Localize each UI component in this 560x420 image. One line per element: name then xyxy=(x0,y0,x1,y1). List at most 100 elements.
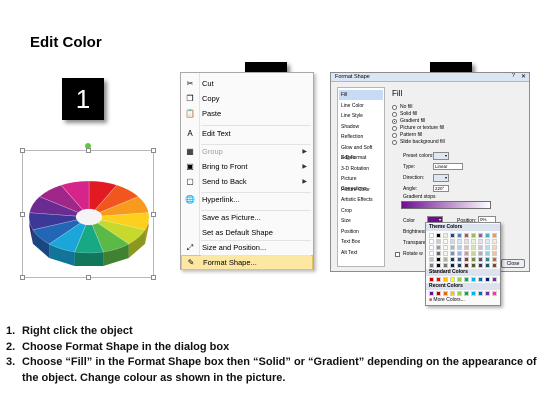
category-picture-corrections[interactable]: Picture Corrections xyxy=(339,174,383,192)
theme-color-swatch[interactable] xyxy=(436,251,441,256)
category-line-style[interactable]: Line Style xyxy=(339,111,383,121)
category-text-box[interactable]: Text Box xyxy=(339,237,383,247)
recent-color-swatch[interactable] xyxy=(457,291,462,296)
theme-color-swatch[interactable] xyxy=(436,263,441,268)
menu-item-format-shape[interactable]: ✎ Format Shape... xyxy=(181,255,313,270)
theme-color-swatch[interactable] xyxy=(478,263,483,268)
theme-color-swatch[interactable] xyxy=(485,263,490,268)
category-line-color[interactable]: Line Color xyxy=(339,101,383,111)
recent-color-swatch[interactable] xyxy=(478,291,483,296)
theme-color-swatch[interactable] xyxy=(492,257,497,262)
theme-color-swatch[interactable] xyxy=(450,233,455,238)
category-3-d-rotation[interactable]: 3-D Rotation xyxy=(339,164,383,174)
theme-color-swatch[interactable] xyxy=(450,263,455,268)
standard-color-swatch[interactable] xyxy=(429,277,434,282)
theme-color-swatch[interactable] xyxy=(471,251,476,256)
theme-color-swatch[interactable] xyxy=(443,239,448,244)
radio-button[interactable] xyxy=(392,111,397,117)
theme-color-swatch[interactable] xyxy=(485,257,490,262)
theme-color-swatch[interactable] xyxy=(429,257,434,262)
recent-color-swatch[interactable] xyxy=(443,291,448,296)
standard-color-swatch[interactable] xyxy=(436,277,441,282)
category-picture-color[interactable]: Picture Color xyxy=(339,185,383,195)
theme-color-swatch[interactable] xyxy=(457,233,462,238)
category-fill[interactable]: Fill xyxy=(339,90,383,100)
theme-color-swatch[interactable] xyxy=(464,239,469,244)
theme-color-swatch[interactable] xyxy=(492,245,497,250)
theme-color-swatch[interactable] xyxy=(436,233,441,238)
standard-color-swatch[interactable] xyxy=(457,277,462,282)
theme-color-swatch[interactable] xyxy=(429,233,434,238)
close-button[interactable]: Close xyxy=(501,259,525,268)
theme-color-swatch[interactable] xyxy=(464,233,469,238)
standard-color-swatch[interactable] xyxy=(471,277,476,282)
menu-item-save-as-picture[interactable]: Save as Picture... xyxy=(181,210,313,225)
theme-color-swatch[interactable] xyxy=(436,257,441,262)
fill-option-gradient-fill[interactable]: Gradient fill xyxy=(392,118,425,124)
recent-color-swatch[interactable] xyxy=(464,291,469,296)
theme-color-swatch[interactable] xyxy=(471,263,476,268)
theme-color-swatch[interactable] xyxy=(464,257,469,262)
theme-color-swatch[interactable] xyxy=(436,239,441,244)
theme-color-swatch[interactable] xyxy=(443,263,448,268)
standard-color-swatch[interactable] xyxy=(478,277,483,282)
recent-color-swatch[interactable] xyxy=(429,291,434,296)
category-glow-and-soft-edges[interactable]: Glow and Soft Edges xyxy=(339,143,383,161)
category-size[interactable]: Size xyxy=(339,216,383,226)
standard-color-swatch[interactable] xyxy=(485,277,490,282)
category-3-d-format[interactable]: 3-D Format xyxy=(339,153,383,163)
menu-item-bring-to-front[interactable]: ▣ Bring to Front ▶ xyxy=(181,159,313,174)
recent-color-swatch[interactable] xyxy=(450,291,455,296)
fill-option-no-fill[interactable]: No fill xyxy=(392,104,413,110)
theme-color-swatch[interactable] xyxy=(450,245,455,250)
more-colors-link[interactable]: ■ More Colors... xyxy=(429,297,465,303)
theme-color-swatch[interactable] xyxy=(457,245,462,250)
standard-color-swatch[interactable] xyxy=(492,277,497,282)
theme-color-swatch[interactable] xyxy=(478,257,483,262)
theme-color-swatch[interactable] xyxy=(464,245,469,250)
menu-item-group[interactable]: ▦ Group ▶ xyxy=(181,144,313,159)
recent-color-swatch[interactable] xyxy=(485,291,490,296)
theme-color-swatch[interactable] xyxy=(443,245,448,250)
theme-color-swatch[interactable] xyxy=(485,233,490,238)
menu-item-cut[interactable]: ✂ Cut xyxy=(181,76,313,91)
menu-item-send-to-back[interactable]: ▢ Send to Back ▶ xyxy=(181,174,313,189)
radio-button[interactable] xyxy=(392,139,397,145)
theme-color-swatch[interactable] xyxy=(471,239,476,244)
rotate-checkbox[interactable] xyxy=(395,251,400,257)
radio-button[interactable] xyxy=(392,118,397,124)
close-icon[interactable]: ✕ xyxy=(521,73,526,80)
theme-color-swatch[interactable] xyxy=(471,245,476,250)
theme-color-swatch[interactable] xyxy=(485,239,490,244)
category-crop[interactable]: Crop xyxy=(339,206,383,216)
recent-color-swatch[interactable] xyxy=(471,291,476,296)
theme-color-swatch[interactable] xyxy=(450,239,455,244)
theme-color-swatch[interactable] xyxy=(478,233,483,238)
category-alt-text[interactable]: Alt Text xyxy=(339,248,383,258)
theme-color-swatch[interactable] xyxy=(485,245,490,250)
recent-color-swatch[interactable] xyxy=(492,291,497,296)
radio-button[interactable] xyxy=(392,132,397,138)
theme-color-swatch[interactable] xyxy=(478,239,483,244)
direction-button[interactable]: ▾ xyxy=(433,174,449,182)
theme-color-swatch[interactable] xyxy=(450,251,455,256)
category-reflection[interactable]: Reflection xyxy=(339,132,383,142)
theme-color-swatch[interactable] xyxy=(478,251,483,256)
category-position[interactable]: Position xyxy=(339,227,383,237)
theme-color-swatch[interactable] xyxy=(492,239,497,244)
theme-color-swatch[interactable] xyxy=(429,239,434,244)
standard-color-swatch[interactable] xyxy=(450,277,455,282)
preset-colors-button[interactable]: ▾ xyxy=(433,152,449,160)
theme-color-swatch[interactable] xyxy=(450,257,455,262)
angle-field[interactable]: 220° xyxy=(433,185,449,192)
theme-color-swatch[interactable] xyxy=(492,251,497,256)
menu-item-hyperlink[interactable]: 🌐 Hyperlink... xyxy=(181,192,313,207)
fill-option-pattern-fill[interactable]: Pattern fill xyxy=(392,132,422,138)
standard-color-swatch[interactable] xyxy=(443,277,448,282)
theme-color-swatch[interactable] xyxy=(492,233,497,238)
menu-item-set-as-default-shape[interactable]: Set as Default Shape xyxy=(181,225,313,240)
radio-button[interactable] xyxy=(392,125,397,131)
fill-option-slide-background-fill[interactable]: Slide background fill xyxy=(392,139,445,145)
theme-color-swatch[interactable] xyxy=(485,251,490,256)
rotate-checkbox-row[interactable]: Rotate w xyxy=(395,251,423,257)
